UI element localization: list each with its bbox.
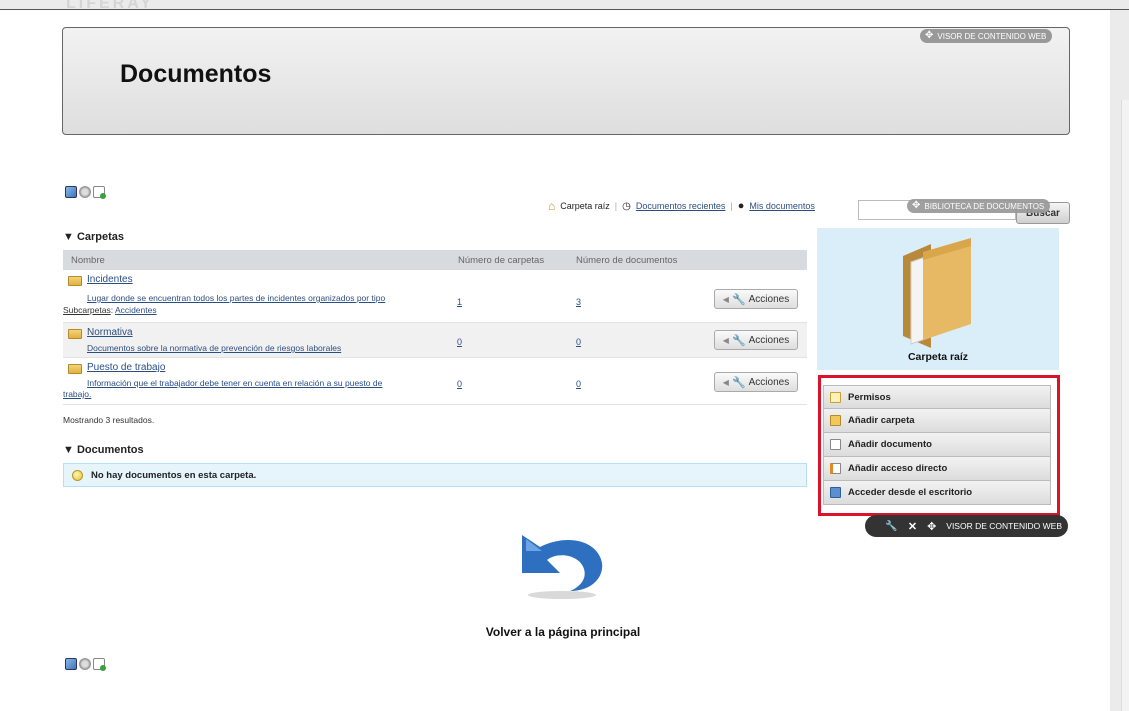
root-folder-link[interactable]: Carpeta raíz — [560, 201, 610, 211]
document-count[interactable]: 3 — [576, 297, 581, 307]
portlet-title[interactable]: VISOR DE CONTENIDO WEB — [946, 521, 1062, 531]
gear-icon[interactable] — [79, 658, 91, 670]
table-row: Puesto de trabajo Información que el tra… — [63, 358, 807, 405]
clock-icon: ◷ — [622, 200, 631, 212]
menu-label: Acceder desde el escritorio — [848, 487, 973, 498]
document-add-icon — [830, 439, 841, 450]
portlet-drag-handle[interactable]: ✥ VISOR DE CONTENIDO WEB — [920, 29, 1053, 43]
menu-item-add-document[interactable]: Añadir documento — [823, 433, 1051, 457]
key-icon — [830, 391, 841, 403]
document-count[interactable]: 0 — [576, 379, 581, 389]
folder-name-link[interactable]: Puesto de trabajo — [87, 362, 165, 373]
lightbulb-icon — [72, 469, 83, 481]
wrench-icon: 🔧 — [731, 293, 746, 306]
folder-count[interactable]: 1 — [457, 297, 462, 307]
folder-icon — [68, 364, 82, 374]
folder-preview-panel — [817, 228, 1059, 370]
documents-section-title[interactable]: ▼ Documentos — [63, 444, 144, 456]
collapse-triangle-icon: ▼ — [63, 231, 77, 243]
wrench-icon: 🔧 — [731, 334, 746, 347]
my-documents-link[interactable]: Mis documentos — [749, 201, 815, 211]
nav-divider: | — [614, 201, 618, 211]
menu-label: Añadir acceso directo — [848, 463, 948, 474]
empty-message: No hay documentos en esta carpeta. — [91, 469, 257, 481]
folder-description-cont[interactable]: trabajo. — [63, 389, 91, 399]
close-icon[interactable]: ✕ — [908, 520, 917, 533]
results-count: Mostrando 3 resultados. — [63, 415, 155, 425]
actions-button[interactable]: ◀ 🔧 Acciones — [714, 289, 798, 309]
folder-count[interactable]: 0 — [457, 379, 462, 389]
actions-label: Acciones — [748, 334, 790, 346]
actions-label: Acciones — [748, 293, 790, 305]
caret-icon: ◀ — [722, 335, 729, 345]
menu-item-add-folder[interactable]: Añadir carpeta — [823, 409, 1051, 433]
bottom-toolbar — [65, 658, 106, 671]
wrench-icon: 🔧 — [731, 376, 746, 389]
home-icon: ⌂ — [548, 199, 556, 213]
collapse-triangle-icon: ▼ — [63, 444, 77, 456]
preview-folder-name: Carpeta raíz — [907, 351, 969, 363]
portlet-toolbar: 🔧 ✕ ✥ VISOR DE CONTENIDO WEB — [865, 515, 1068, 537]
table-row: Incidentes Lugar donde se encuentran tod… — [63, 270, 807, 323]
subfolder-link[interactable]: Accidentes — [115, 305, 157, 315]
menu-label: Añadir carpeta — [848, 415, 915, 426]
folder-description[interactable]: Lugar donde se encuentran todos los part… — [87, 293, 385, 303]
menu-item-permissions[interactable]: Permisos — [823, 385, 1051, 409]
menu-item-add-shortcut[interactable]: Añadir acceso directo — [823, 457, 1051, 481]
folders-section-title[interactable]: ▼ Carpetas — [63, 231, 124, 243]
document-count[interactable]: 0 — [576, 337, 581, 347]
subfolders-sep: : — [110, 305, 114, 315]
table-row: Normativa Documentos sobre la normativa … — [63, 323, 807, 358]
library-nav: ⌂ Carpeta raíz | ◷ Documentos recientes … — [548, 199, 815, 213]
desktop-icon — [830, 487, 841, 498]
page-title: Documentos — [120, 60, 272, 88]
subfolders-label: Subcarpetas — [63, 305, 111, 315]
actions-button[interactable]: ◀ 🔧 Acciones — [714, 330, 798, 350]
menu-label: Añadir documento — [848, 439, 932, 450]
empty-documents-notice: No hay documentos en esta carpeta. — [63, 463, 807, 487]
move-icon: ✥ — [925, 30, 934, 41]
back-arrow-icon[interactable] — [514, 527, 608, 601]
move-icon[interactable]: ✥ — [927, 520, 936, 533]
edit-icon[interactable] — [65, 186, 77, 198]
edit-icon[interactable] — [65, 658, 77, 670]
folder-description[interactable]: Información que el trabajador debe tener… — [87, 378, 382, 388]
col-documents: Número de documentos — [576, 255, 678, 266]
large-folder-icon — [903, 238, 971, 348]
user-icon: ● — [737, 200, 745, 212]
caret-icon: ◀ — [722, 377, 729, 387]
folder-count[interactable]: 0 — [457, 337, 462, 347]
add-document-icon[interactable] — [93, 186, 106, 199]
folder-name-link[interactable]: Normativa — [87, 327, 133, 338]
library-drag-handle[interactable]: ✥ BIBLIOTECA DE DOCUMENTOS — [907, 199, 1051, 213]
col-folders: Número de carpetas — [458, 255, 545, 266]
add-document-icon[interactable] — [93, 658, 106, 671]
nav-divider: | — [730, 201, 733, 211]
subfolders-line: Subcarpetas: Accidentes — [63, 305, 157, 315]
right-scrollbar[interactable] — [1121, 100, 1129, 711]
portlet-title: BIBLIOTECA DE DOCUMENTOS — [924, 201, 1045, 211]
folders-table-header: Nombre Número de carpetas Número de docu… — [63, 250, 807, 270]
back-to-home-link[interactable]: Volver a la página principal — [434, 625, 692, 639]
gear-icon[interactable] — [79, 186, 91, 198]
col-name: Nombre — [71, 255, 105, 266]
actions-button[interactable]: ◀ 🔧 Acciones — [714, 372, 798, 392]
wrench-icon[interactable]: 🔧 — [885, 521, 897, 532]
top-toolbar — [65, 186, 106, 199]
folder-icon — [68, 276, 82, 286]
folder-name-link[interactable]: Incidentes — [87, 274, 133, 285]
recent-documents-link[interactable]: Documentos recientes — [636, 201, 726, 211]
actions-label: Acciones — [748, 376, 790, 388]
folder-description[interactable]: Documentos sobre la normativa de prevenc… — [87, 343, 341, 353]
portlet-title: VISOR DE CONTENIDO WEB — [937, 31, 1047, 41]
menu-label: Permisos — [848, 391, 891, 403]
folder-icon — [68, 329, 82, 339]
shortcut-add-icon — [830, 463, 841, 474]
caret-icon: ◀ — [722, 294, 729, 304]
move-icon: ✥ — [912, 200, 921, 211]
menu-item-desktop-access[interactable]: Acceder desde el escritorio — [823, 481, 1051, 505]
folder-add-icon — [830, 415, 841, 426]
folder-actions-menu: Permisos Añadir carpeta Añadir documento… — [823, 385, 1051, 505]
